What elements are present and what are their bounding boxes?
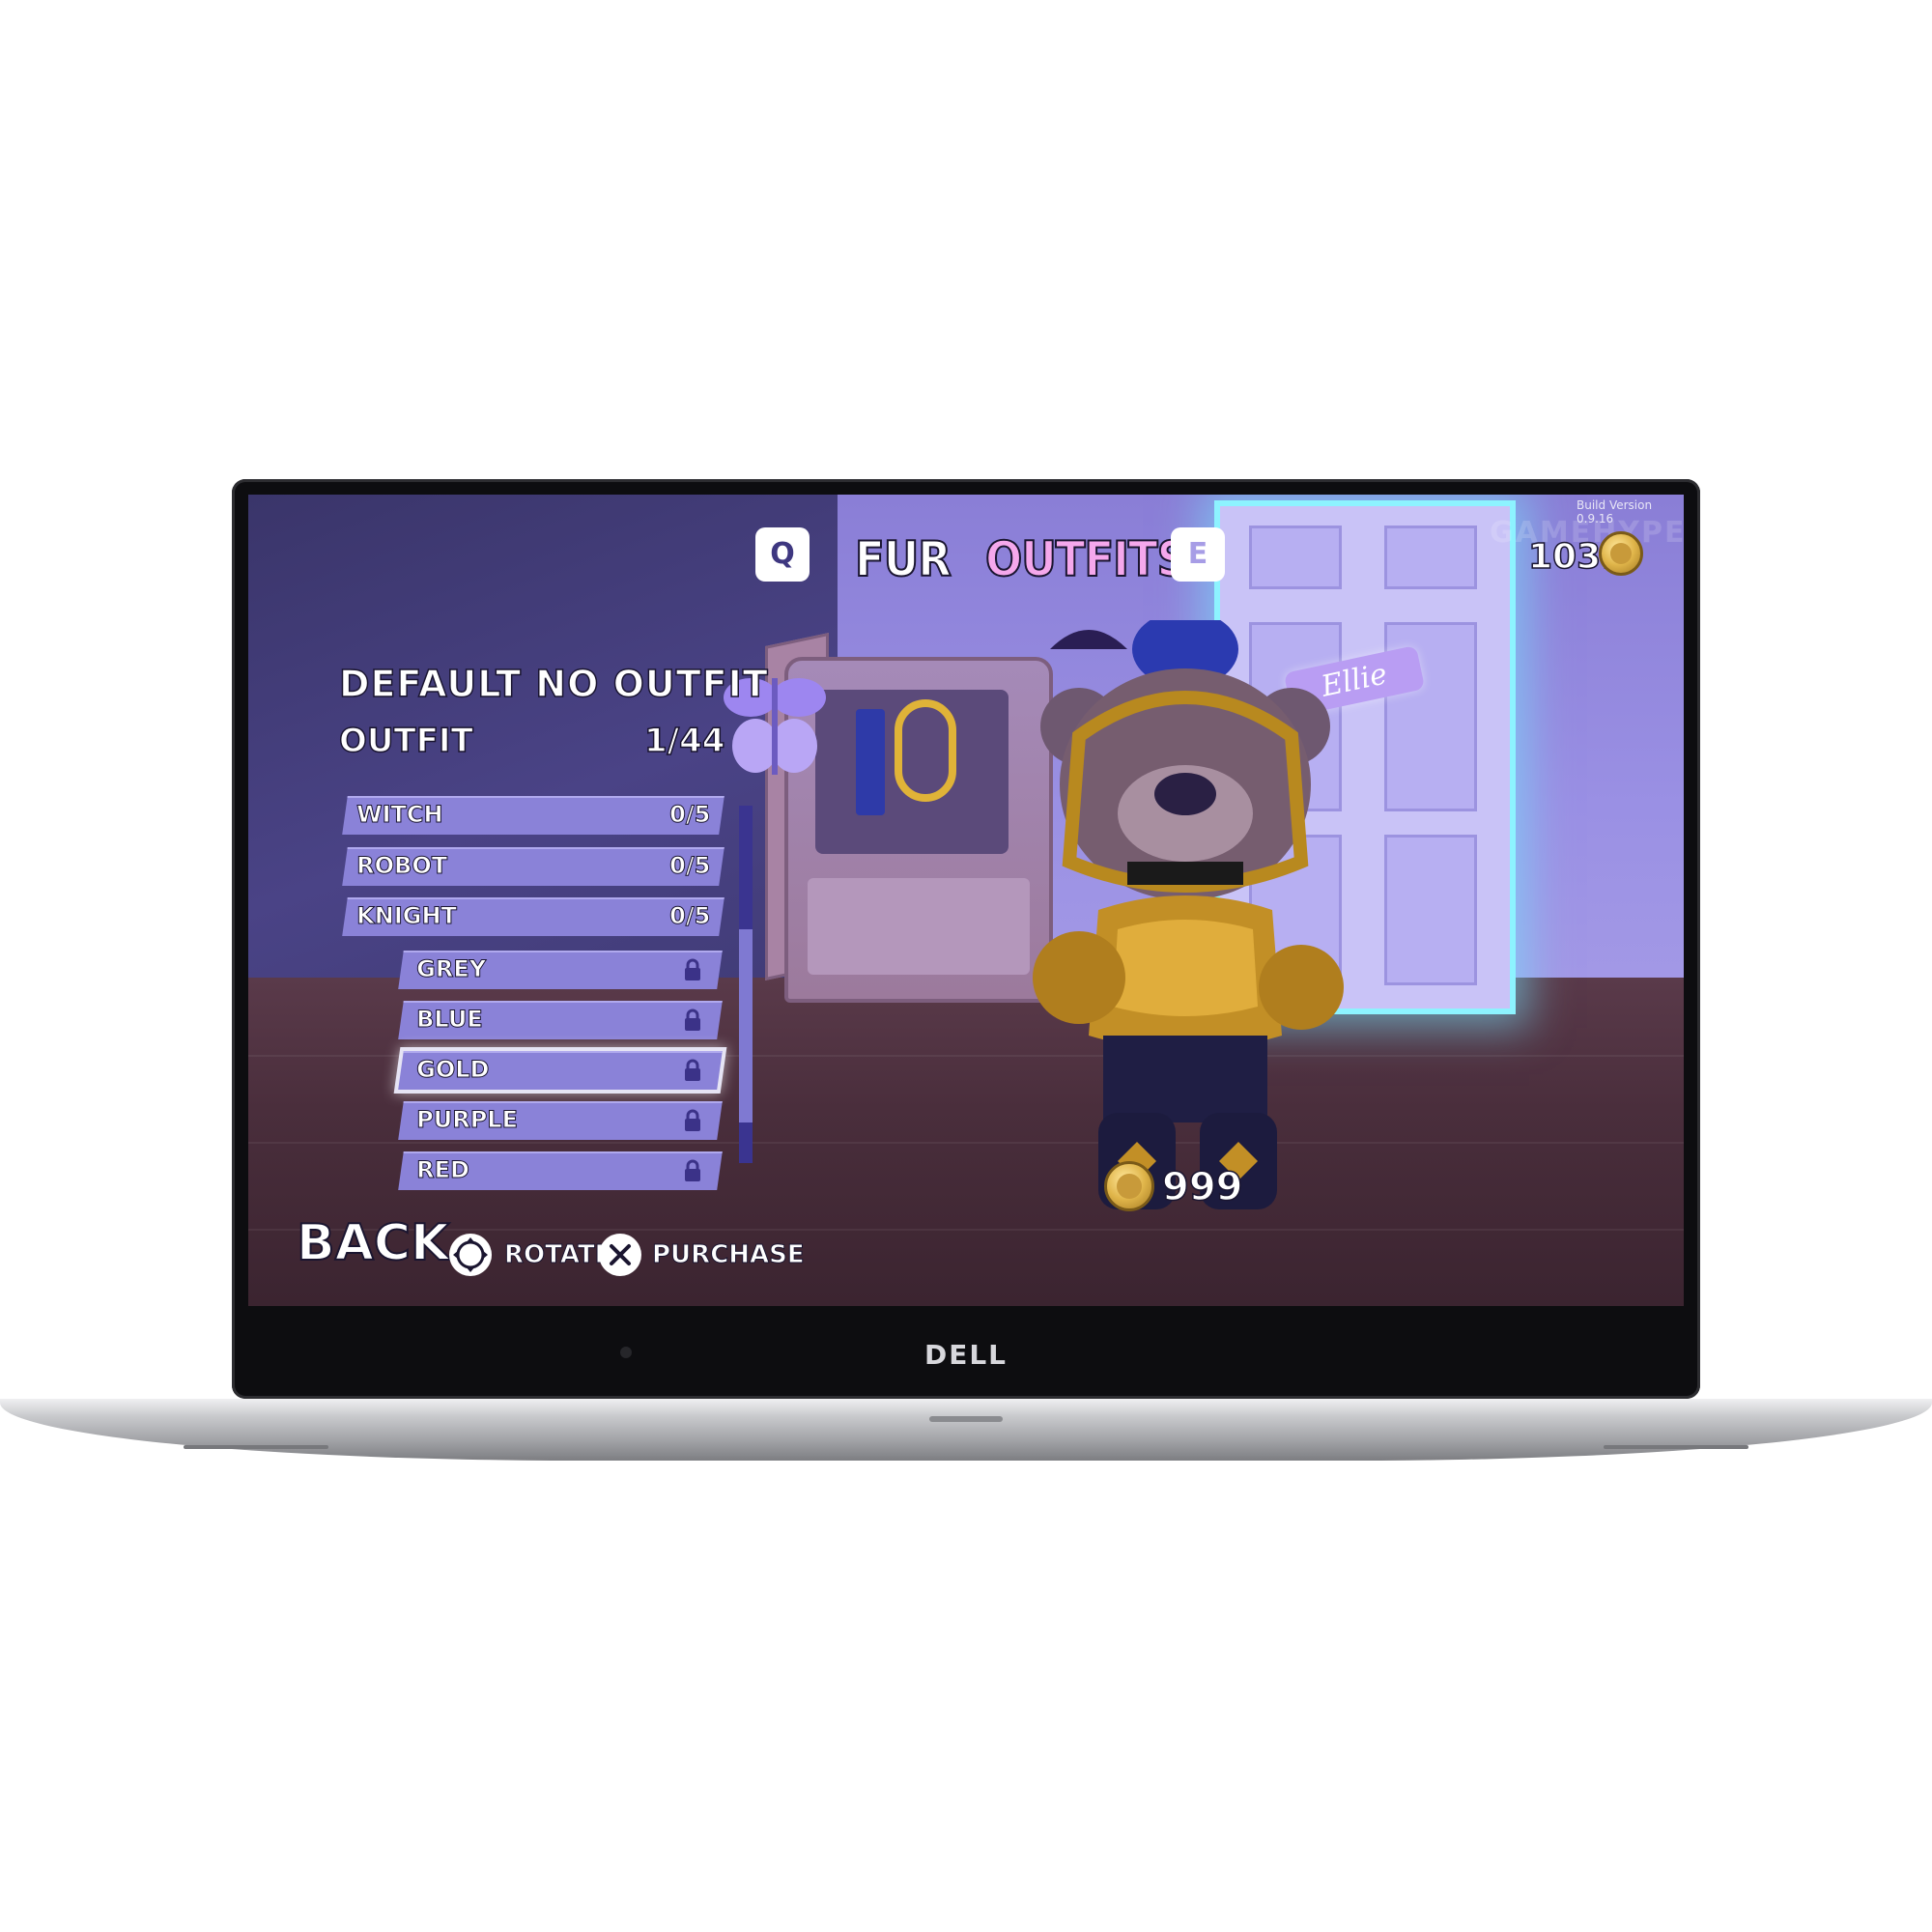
speaker-vent-left <box>184 1445 328 1449</box>
list-scrollbar-thumb[interactable] <box>739 929 753 1122</box>
category-label: OUTFIT <box>338 721 473 761</box>
dell-logo: DELL <box>923 1339 1009 1371</box>
list-item-label: PURPLE <box>416 1106 519 1134</box>
list-item-label: GREY <box>416 955 487 983</box>
rotate-stick-icon <box>449 1234 492 1276</box>
list-item-robot[interactable]: ROBOT 0/5 <box>342 847 724 886</box>
item-price: 999 <box>1161 1164 1243 1210</box>
webcam <box>620 1347 632 1358</box>
list-item-label: WITCH <box>356 801 443 829</box>
tab-outfits[interactable]: OUTFITS <box>984 530 1189 588</box>
bear-character <box>1033 620 1344 1209</box>
category-count: 1/44 <box>643 721 725 761</box>
game-screen: Ellie Build Version 0.9.16 GAMEHYPE Q FU… <box>248 495 1684 1306</box>
base-notch <box>929 1416 1003 1422</box>
list-item-count: 0/5 <box>668 801 711 829</box>
lock-icon <box>685 958 700 980</box>
next-tab-key[interactable]: E <box>1171 527 1225 582</box>
list-item-count: 0/5 <box>668 902 711 930</box>
list-item-count: 0/5 <box>668 852 711 880</box>
list-item-gold[interactable]: GOLD <box>398 1051 723 1090</box>
back-button[interactable]: BACK <box>296 1213 450 1273</box>
purchase-hint[interactable]: PURCHASE <box>652 1240 806 1270</box>
list-item-witch[interactable]: WITCH 0/5 <box>342 796 724 835</box>
list-item-label: KNIGHT <box>356 902 458 930</box>
list-item-grey[interactable]: GREY <box>398 951 723 989</box>
list-item-blue[interactable]: BLUE <box>398 1001 723 1039</box>
list-item-label: GOLD <box>416 1056 490 1084</box>
lock-icon <box>685 1059 700 1081</box>
prev-tab-key[interactable]: Q <box>755 527 810 582</box>
list-item-label: ROBOT <box>356 852 448 880</box>
price-coin-icon <box>1104 1161 1154 1211</box>
laptop-base <box>0 1399 1932 1461</box>
list-item-red[interactable]: RED <box>398 1151 723 1190</box>
rotate-hint: ROTATE <box>503 1240 612 1270</box>
tab-fur[interactable]: FUR <box>854 530 952 588</box>
lock-icon <box>685 1159 700 1181</box>
speaker-vent-right <box>1604 1445 1748 1449</box>
list-item-label: BLUE <box>416 1006 484 1034</box>
cross-button-icon[interactable] <box>599 1234 641 1276</box>
list-item-label: RED <box>416 1156 470 1184</box>
coin-icon <box>1599 531 1643 576</box>
selected-item-title: DEFAULT NO OUTFIT <box>338 662 769 706</box>
lock-icon <box>685 1109 700 1131</box>
lock-icon <box>685 1009 700 1031</box>
list-item-knight[interactable]: KNIGHT 0/5 <box>342 897 724 936</box>
list-item-purple[interactable]: PURPLE <box>398 1101 723 1140</box>
